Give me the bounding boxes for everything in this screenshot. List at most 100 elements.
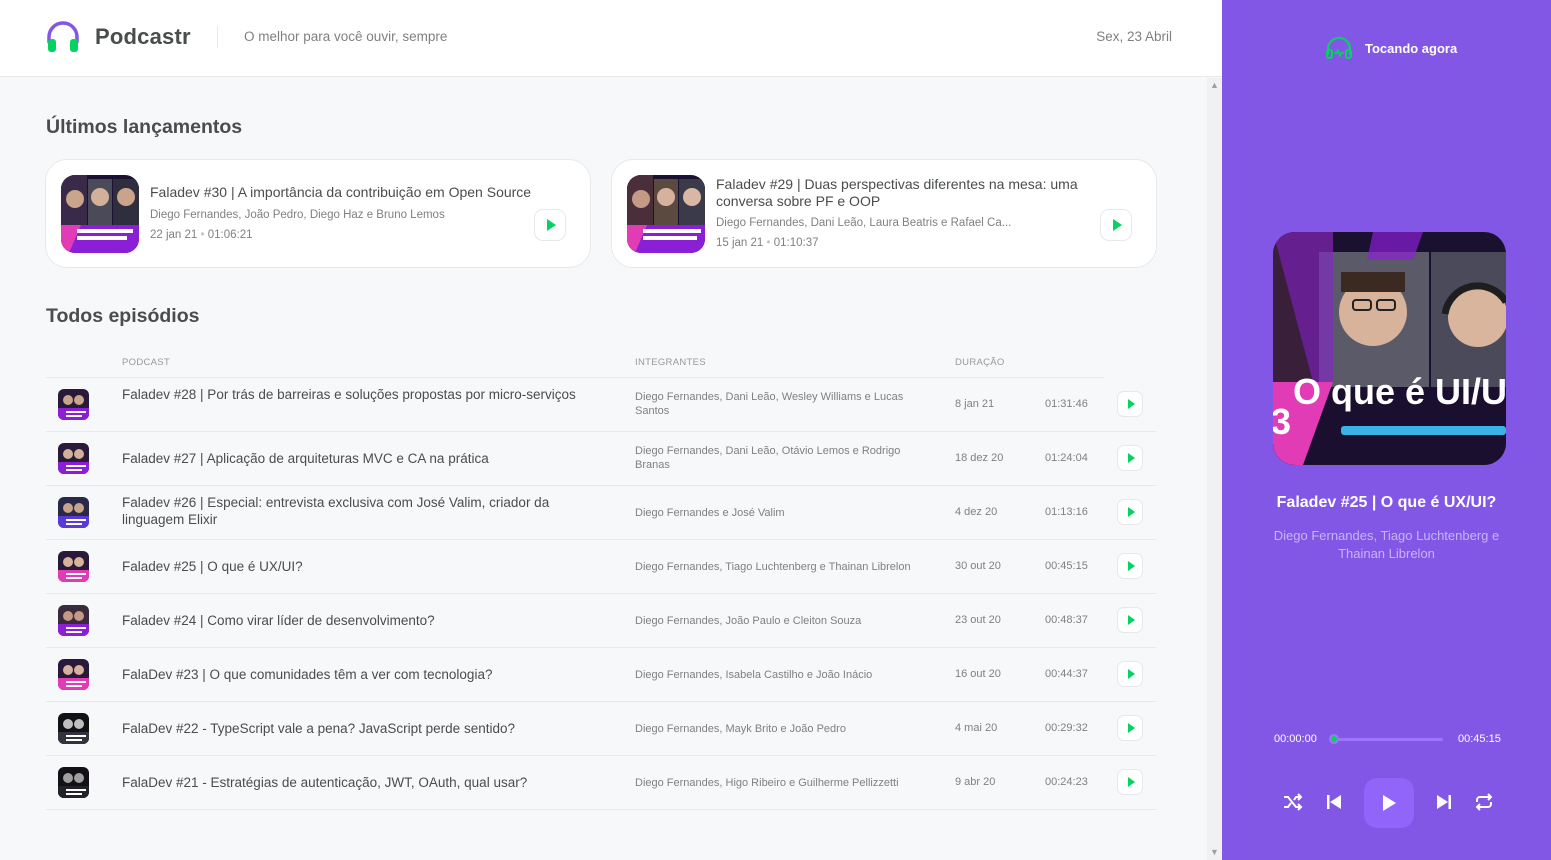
- scroll-down-arrow-icon[interactable]: ▼: [1207, 845, 1222, 860]
- episode-members: Diego Fernandes e José Valim: [635, 507, 785, 519]
- card-episode-meta: 22 jan 21 • 01:06:21: [150, 229, 253, 241]
- latest-episode-card[interactable]: Faladev #29 | Duas perspectivas diferent…: [611, 159, 1157, 268]
- play-button[interactable]: [1117, 391, 1143, 417]
- current-date: Sex, 23 Abril: [1096, 29, 1172, 44]
- latest-episode-card[interactable]: Faladev #30 | A importância da contribui…: [45, 159, 591, 268]
- episode-members: Diego Fernandes, João Paulo e Cleiton So…: [635, 615, 862, 627]
- episode-thumbnail[interactable]: [627, 175, 705, 253]
- play-button[interactable]: [1117, 607, 1143, 633]
- play-button[interactable]: [1117, 715, 1143, 741]
- card-episode-meta: 15 jan 21 • 01:10:37: [716, 237, 819, 249]
- episode-title-link[interactable]: Faladev #26 | Especial: entrevista exclu…: [122, 494, 582, 528]
- episode-date: 8 jan 21: [955, 398, 995, 410]
- play-icon: [1127, 399, 1135, 409]
- play-icon: [1112, 219, 1122, 231]
- play-icon: [1127, 561, 1135, 571]
- table-row[interactable]: FalaDev #22 - TypeScript vale a pena? Ja…: [46, 702, 1156, 756]
- card-episode-date: 22 jan 21: [150, 229, 198, 241]
- episode-thumbnail[interactable]: [58, 713, 89, 744]
- card-episode-duration: 01:10:37: [773, 237, 819, 249]
- repeat-button[interactable]: [1472, 790, 1496, 814]
- episode-thumbnail[interactable]: [58, 551, 89, 582]
- episode-duration: 00:44:37: [1045, 668, 1088, 680]
- episode-title-link[interactable]: FalaDev #21 - Estratégias de autenticaçã…: [122, 774, 582, 791]
- play-icon: [546, 219, 556, 231]
- episode-title-link[interactable]: Faladev #28 | Por trás de barreiras e so…: [122, 386, 582, 403]
- play-button[interactable]: [1117, 499, 1143, 525]
- app-name: Podcastr: [95, 24, 191, 49]
- table-row[interactable]: FalaDev #23 | O que comunidades têm a ve…: [46, 648, 1156, 702]
- episode-duration: 01:24:04: [1045, 452, 1088, 464]
- episode-duration: 01:31:46: [1045, 398, 1088, 410]
- episode-date: 23 out 20: [955, 614, 1001, 626]
- player-episode-members: Diego Fernandes, Tiago Luchtenberg e Tha…: [1273, 528, 1500, 561]
- episode-thumbnail[interactable]: [58, 659, 89, 690]
- episode-thumbnail[interactable]: [58, 767, 89, 798]
- episode-thumbnail[interactable]: [58, 605, 89, 636]
- episode-date: 16 out 20: [955, 668, 1001, 680]
- episode-members: Diego Fernandes, Mayk Brito e João Pedro: [635, 723, 846, 735]
- next-button[interactable]: [1432, 790, 1456, 814]
- table-row[interactable]: Faladev #27 | Aplicação de arquiteturas …: [46, 432, 1156, 486]
- card-episode-title[interactable]: Faladev #29 | Duas perspectivas diferent…: [716, 176, 1131, 210]
- now-playing-label: Tocando agora: [1365, 40, 1458, 56]
- episode-duration: 00:24:23: [1045, 776, 1088, 788]
- episode-date: 18 dez 20: [955, 452, 1004, 464]
- main-play-button[interactable]: [1364, 778, 1414, 828]
- player-episode-title: Faladev #25 | O que é UX/UI?: [1276, 494, 1497, 511]
- episode-thumbnail[interactable]: [58, 497, 89, 528]
- play-button[interactable]: [1117, 445, 1143, 471]
- play-button[interactable]: [1117, 661, 1143, 687]
- play-button[interactable]: [1117, 769, 1143, 795]
- shuffle-button[interactable]: [1281, 790, 1305, 814]
- table-row[interactable]: Faladev #24 | Como virar líder de desenv…: [46, 594, 1156, 648]
- play-button[interactable]: [1100, 209, 1132, 241]
- column-header-duration: DURAÇÃO: [955, 357, 1005, 368]
- episode-title-link[interactable]: Faladev #25 | O que é UX/UI?: [122, 558, 582, 575]
- column-header-members: INTEGRANTES: [635, 357, 706, 368]
- episode-duration: 00:48:37: [1045, 614, 1088, 626]
- headphones-icon: [1326, 36, 1352, 59]
- play-icon: [1127, 669, 1135, 679]
- table-row[interactable]: Faladev #25 | O que é UX/UI? Diego Ferna…: [46, 540, 1156, 594]
- episode-date: 9 abr 20: [955, 776, 996, 788]
- play-button[interactable]: [1117, 553, 1143, 579]
- card-episode-members: Diego Fernandes, Dani Leão, Laura Beatri…: [716, 217, 1012, 229]
- play-icon: [1127, 453, 1135, 463]
- episode-date: 4 mai 20: [955, 722, 998, 734]
- table-row[interactable]: FalaDev #21 - Estratégias de autenticaçã…: [46, 756, 1156, 810]
- progress-handle[interactable]: [1329, 734, 1339, 744]
- play-icon: [1127, 777, 1135, 787]
- progress-slider[interactable]: [1333, 738, 1443, 741]
- episode-title-link[interactable]: Faladev #27 | Aplicação de arquiteturas …: [122, 450, 582, 467]
- episode-title-link[interactable]: FalaDev #22 - TypeScript vale a pena? Ja…: [122, 720, 582, 737]
- repeat-icon: [1475, 793, 1493, 811]
- play-icon: [1383, 795, 1396, 811]
- play-icon: [1127, 723, 1135, 733]
- episode-title-link[interactable]: FalaDev #23 | O que comunidades têm a ve…: [122, 666, 582, 683]
- table-row[interactable]: Faladev #26 | Especial: entrevista exclu…: [46, 486, 1156, 540]
- episode-duration: 00:29:32: [1045, 722, 1088, 734]
- episode-thumbnail[interactable]: [58, 389, 89, 420]
- episode-date: 30 out 20: [955, 560, 1001, 572]
- dot-separator: •: [766, 237, 774, 249]
- skip-next-icon: [1437, 795, 1451, 809]
- cover-text: O que é UI/U: [1293, 371, 1506, 412]
- episode-duration: 00:45:15: [1045, 560, 1088, 572]
- episode-title-link[interactable]: Faladev #24 | Como virar líder de desenv…: [122, 612, 582, 629]
- logo[interactable]: Podcastr: [46, 20, 191, 54]
- play-button[interactable]: [534, 209, 566, 241]
- episode-thumbnail[interactable]: [58, 443, 89, 474]
- total-time: 00:45:15: [1458, 733, 1501, 745]
- previous-button[interactable]: [1322, 790, 1346, 814]
- scrollbar[interactable]: [1207, 78, 1222, 860]
- episode-members: Diego Fernandes, Tiago Luchtenberg e Tha…: [635, 561, 911, 573]
- scroll-up-arrow-icon[interactable]: ▲: [1207, 78, 1222, 93]
- now-playing-header: Tocando agora: [1325, 36, 1457, 60]
- episode-duration: 01:13:16: [1045, 506, 1088, 518]
- card-episode-title[interactable]: Faladev #30 | A importância da contribui…: [150, 184, 560, 201]
- dot-separator: •: [200, 229, 208, 241]
- episode-members: Diego Fernandes, Higo Ribeiro e Guilherm…: [635, 777, 899, 789]
- table-row[interactable]: Faladev #28 | Por trás de barreiras e so…: [46, 378, 1156, 432]
- episode-thumbnail[interactable]: [61, 175, 139, 253]
